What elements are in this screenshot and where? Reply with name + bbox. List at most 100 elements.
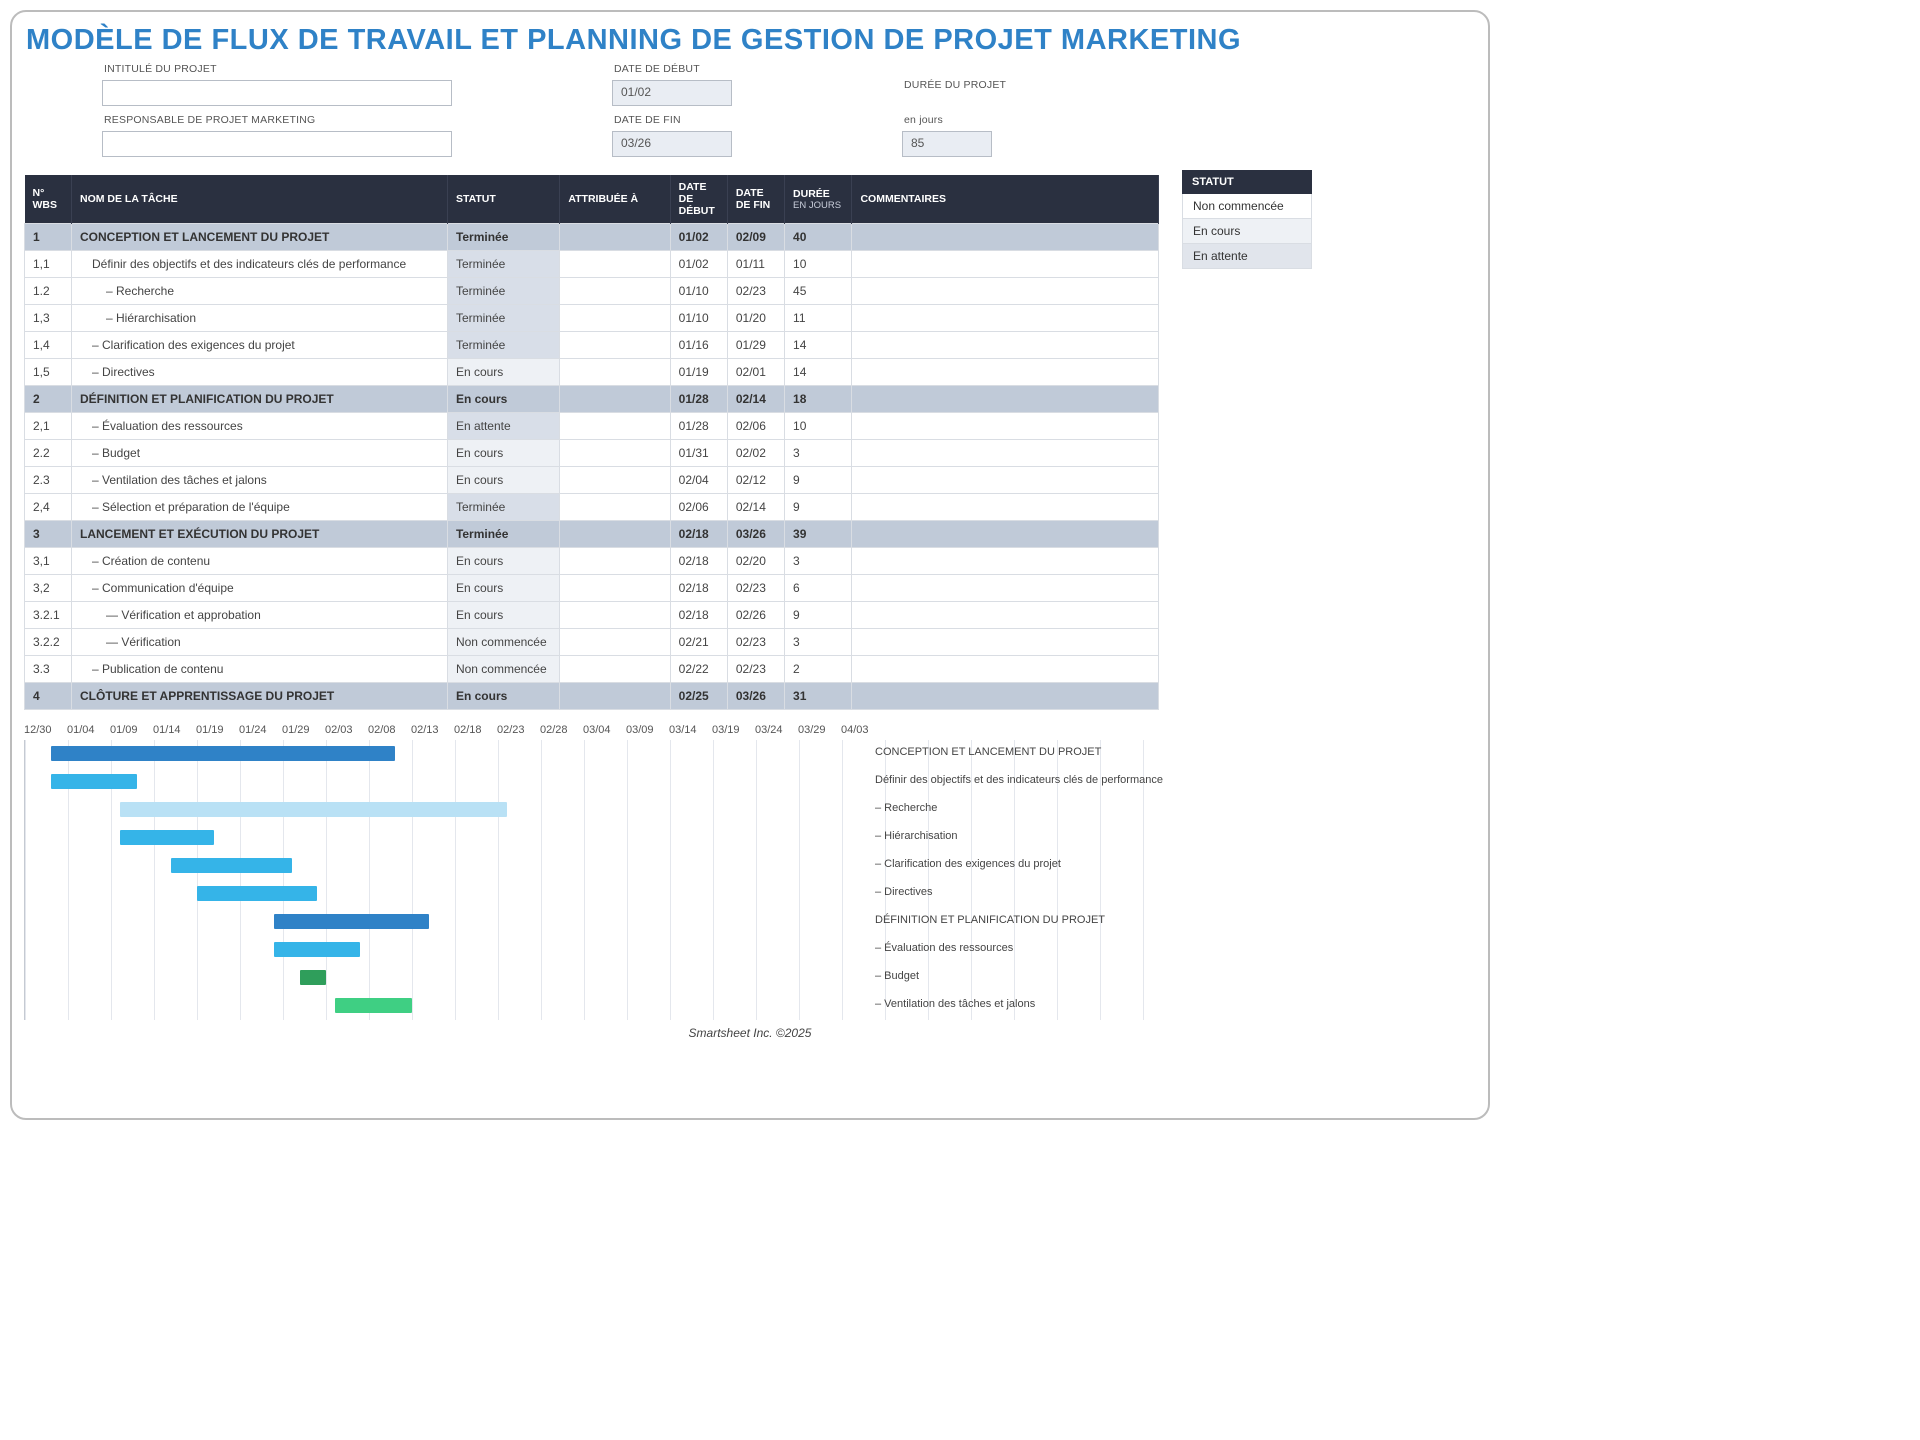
table-row[interactable]: 2,4– Sélection et préparation de l'équip…	[25, 494, 1159, 521]
cell-comments[interactable]	[852, 305, 1159, 332]
cell-assigned[interactable]	[560, 602, 670, 629]
table-row[interactable]: 2.2– BudgetEn cours01/3102/023	[25, 440, 1159, 467]
cell-assigned[interactable]	[560, 629, 670, 656]
cell-status[interactable]: En cours	[447, 386, 559, 413]
cell-comments[interactable]	[852, 548, 1159, 575]
gantt-bar[interactable]	[120, 830, 215, 845]
cell-assigned[interactable]	[560, 305, 670, 332]
cell-start[interactable]: 02/18	[670, 602, 727, 629]
cell-status[interactable]: Terminée	[447, 494, 559, 521]
cell-end[interactable]: 02/12	[727, 467, 784, 494]
table-row[interactable]: 2DÉFINITION ET PLANIFICATION DU PROJETEn…	[25, 386, 1159, 413]
cell-start[interactable]: 02/06	[670, 494, 727, 521]
cell-comments[interactable]	[852, 278, 1159, 305]
gantt-bar[interactable]	[171, 858, 291, 873]
cell-start[interactable]: 02/18	[670, 521, 727, 548]
cell-assigned[interactable]	[560, 386, 670, 413]
cell-end[interactable]: 02/23	[727, 575, 784, 602]
cell-status[interactable]: Terminée	[447, 332, 559, 359]
cell-status[interactable]: En attente	[447, 413, 559, 440]
cell-start[interactable]: 01/10	[670, 278, 727, 305]
cell-status[interactable]: En cours	[447, 440, 559, 467]
table-row[interactable]: 1CONCEPTION ET LANCEMENT DU PROJETTermin…	[25, 224, 1159, 251]
table-row[interactable]: 1,3– HiérarchisationTerminée01/1001/2011	[25, 305, 1159, 332]
cell-end[interactable]: 02/26	[727, 602, 784, 629]
cell-assigned[interactable]	[560, 575, 670, 602]
table-row[interactable]: 3.2.1— Vérification et approbationEn cou…	[25, 602, 1159, 629]
cell-comments[interactable]	[852, 656, 1159, 683]
cell-status[interactable]: Terminée	[447, 305, 559, 332]
field-end-date[interactable]: 03/26	[612, 131, 732, 157]
cell-comments[interactable]	[852, 467, 1159, 494]
cell-comments[interactable]	[852, 683, 1159, 710]
cell-comments[interactable]	[852, 440, 1159, 467]
table-row[interactable]: 2.3– Ventilation des tâches et jalonsEn …	[25, 467, 1159, 494]
table-row[interactable]: 3,1– Création de contenuEn cours02/1802/…	[25, 548, 1159, 575]
cell-end[interactable]: 03/26	[727, 521, 784, 548]
cell-comments[interactable]	[852, 602, 1159, 629]
cell-start[interactable]: 01/10	[670, 305, 727, 332]
gantt-bar[interactable]	[51, 746, 395, 761]
cell-start[interactable]: 02/18	[670, 548, 727, 575]
cell-end[interactable]: 02/02	[727, 440, 784, 467]
cell-start[interactable]: 02/21	[670, 629, 727, 656]
table-row[interactable]: 1,1Définir des objectifs et des indicate…	[25, 251, 1159, 278]
cell-comments[interactable]	[852, 251, 1159, 278]
table-row[interactable]: 1,5– DirectivesEn cours01/1902/0114	[25, 359, 1159, 386]
cell-comments[interactable]	[852, 629, 1159, 656]
cell-assigned[interactable]	[560, 467, 670, 494]
cell-assigned[interactable]	[560, 332, 670, 359]
cell-end[interactable]: 02/23	[727, 656, 784, 683]
cell-comments[interactable]	[852, 386, 1159, 413]
cell-end[interactable]: 02/06	[727, 413, 784, 440]
cell-comments[interactable]	[852, 521, 1159, 548]
cell-status[interactable]: Terminée	[447, 521, 559, 548]
table-row[interactable]: 4CLÔTURE ET APPRENTISSAGE DU PROJETEn co…	[25, 683, 1159, 710]
cell-status[interactable]: En cours	[447, 602, 559, 629]
cell-start[interactable]: 02/25	[670, 683, 727, 710]
cell-status[interactable]: Non commencée	[447, 629, 559, 656]
cell-end[interactable]: 02/09	[727, 224, 784, 251]
gantt-bar[interactable]	[51, 774, 137, 789]
cell-end[interactable]: 02/14	[727, 386, 784, 413]
gantt-bar[interactable]	[120, 802, 507, 817]
cell-assigned[interactable]	[560, 413, 670, 440]
cell-end[interactable]: 01/20	[727, 305, 784, 332]
table-row[interactable]: 2,1– Évaluation des ressourcesEn attente…	[25, 413, 1159, 440]
cell-start[interactable]: 01/02	[670, 251, 727, 278]
cell-start[interactable]: 01/28	[670, 386, 727, 413]
cell-status[interactable]: En cours	[447, 575, 559, 602]
cell-start[interactable]: 01/19	[670, 359, 727, 386]
table-row[interactable]: 1.2– RechercheTerminée01/1002/2345	[25, 278, 1159, 305]
gantt-bar[interactable]	[197, 886, 317, 901]
gantt-bar[interactable]	[335, 998, 412, 1013]
table-row[interactable]: 3,2– Communication d'équipeEn cours02/18…	[25, 575, 1159, 602]
cell-start[interactable]: 02/04	[670, 467, 727, 494]
cell-assigned[interactable]	[560, 278, 670, 305]
gantt-bar[interactable]	[300, 970, 326, 985]
cell-comments[interactable]	[852, 359, 1159, 386]
cell-end[interactable]: 03/26	[727, 683, 784, 710]
gantt-bar[interactable]	[274, 942, 360, 957]
cell-status[interactable]: En cours	[447, 548, 559, 575]
cell-comments[interactable]	[852, 413, 1159, 440]
cell-status[interactable]: Terminée	[447, 224, 559, 251]
table-row[interactable]: 3.2.2— VérificationNon commencée02/2102/…	[25, 629, 1159, 656]
cell-assigned[interactable]	[560, 494, 670, 521]
cell-end[interactable]: 01/29	[727, 332, 784, 359]
cell-end[interactable]: 02/23	[727, 629, 784, 656]
cell-status[interactable]: En cours	[447, 359, 559, 386]
cell-start[interactable]: 01/02	[670, 224, 727, 251]
cell-assigned[interactable]	[560, 683, 670, 710]
cell-start[interactable]: 01/16	[670, 332, 727, 359]
cell-end[interactable]: 02/20	[727, 548, 784, 575]
cell-start[interactable]: 02/22	[670, 656, 727, 683]
table-row[interactable]: 1,4– Clarification des exigences du proj…	[25, 332, 1159, 359]
field-manager[interactable]	[102, 131, 452, 157]
cell-assigned[interactable]	[560, 656, 670, 683]
cell-start[interactable]: 01/28	[670, 413, 727, 440]
cell-comments[interactable]	[852, 224, 1159, 251]
cell-status[interactable]: En cours	[447, 467, 559, 494]
cell-start[interactable]: 01/31	[670, 440, 727, 467]
cell-start[interactable]: 02/18	[670, 575, 727, 602]
